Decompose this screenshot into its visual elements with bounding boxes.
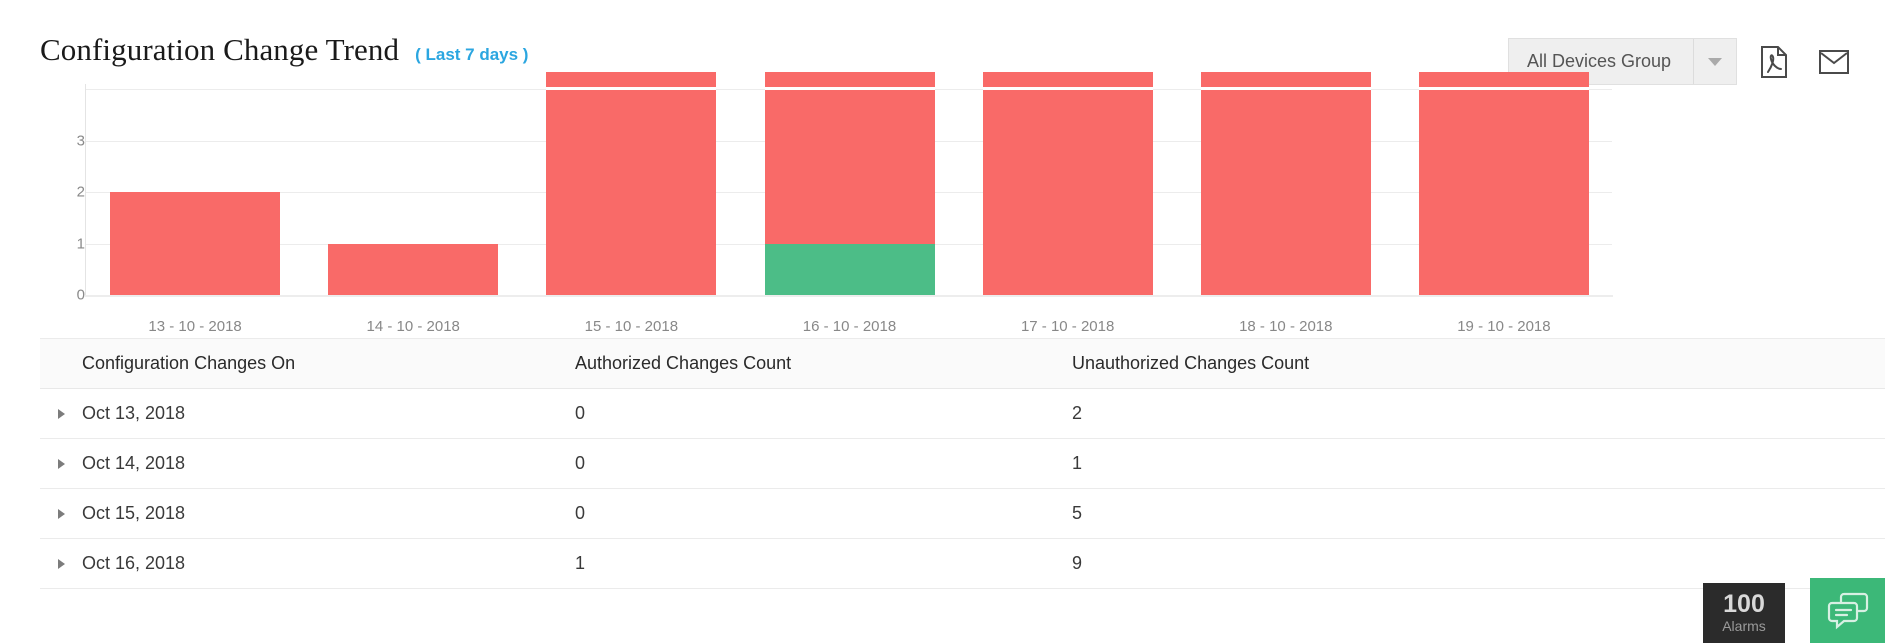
bar-segment-unauthorized[interactable] bbox=[110, 192, 281, 295]
triangle-right-icon bbox=[57, 408, 65, 419]
chart-bar[interactable] bbox=[982, 72, 1153, 295]
table-row[interactable]: Oct 16, 2018 1 9 bbox=[40, 539, 1885, 589]
x-tick-label: 16 - 10 - 2018 bbox=[802, 318, 897, 335]
row-expander-button[interactable] bbox=[40, 458, 82, 469]
bar-segment-unauthorized[interactable] bbox=[546, 72, 717, 295]
x-tick-label: 14 - 10 - 2018 bbox=[366, 318, 460, 335]
chart-bar[interactable] bbox=[328, 243, 499, 295]
bar-segment-unauthorized[interactable] bbox=[764, 72, 935, 244]
cell-unauthorized-count: 1 bbox=[1072, 453, 1083, 473]
email-icon bbox=[1819, 49, 1849, 74]
table-row[interactable]: Oct 15, 2018 0 5 bbox=[40, 489, 1885, 539]
x-tick-label: 15 - 10 - 2018 bbox=[584, 318, 679, 335]
chart-bar[interactable] bbox=[546, 72, 717, 295]
bar-segment-unauthorized[interactable] bbox=[1200, 72, 1371, 295]
bar-clip-notch bbox=[1418, 87, 1589, 90]
cell-date: Oct 13, 2018 bbox=[82, 403, 186, 423]
bar-clip-notch bbox=[546, 87, 717, 90]
table-header-row: Configuration Changes On Authorized Chan… bbox=[40, 338, 1885, 389]
x-tick-label: 17 - 10 - 2018 bbox=[1020, 318, 1115, 335]
chart-bar[interactable] bbox=[110, 192, 281, 295]
cell-authorized-count: 0 bbox=[575, 403, 586, 423]
x-tick-label: 18 - 10 - 2018 bbox=[1239, 318, 1333, 335]
configuration-changes-table: Configuration Changes On Authorized Chan… bbox=[40, 338, 1885, 589]
bar-clip-notch bbox=[1200, 87, 1371, 90]
chat-bubbles-icon bbox=[1827, 592, 1868, 629]
triangle-right-icon bbox=[57, 458, 65, 469]
x-tick-label: 13 - 10 - 2018 bbox=[148, 318, 242, 335]
cell-unauthorized-count: 2 bbox=[1072, 403, 1083, 423]
cell-authorized-count: 0 bbox=[575, 503, 586, 523]
bar-segment-authorized[interactable] bbox=[764, 243, 935, 295]
cell-date: Oct 14, 2018 bbox=[82, 453, 186, 473]
chart-bar[interactable] bbox=[1200, 72, 1371, 295]
bar-clip-notch bbox=[982, 87, 1153, 90]
alarms-count: 100 bbox=[1723, 590, 1765, 619]
row-expander-button[interactable] bbox=[40, 408, 82, 419]
page-title-period: ( Last 7 days ) bbox=[415, 45, 529, 64]
cell-authorized-count: 0 bbox=[575, 453, 586, 473]
chart-bar[interactable] bbox=[764, 72, 935, 295]
bar-clip-notch bbox=[764, 87, 935, 90]
column-header-authorized[interactable]: Authorized Changes Count bbox=[575, 353, 1072, 374]
row-expander-button[interactable] bbox=[40, 558, 82, 569]
alarms-label: Alarms bbox=[1722, 618, 1766, 635]
column-header-date[interactable]: Configuration Changes On bbox=[82, 353, 575, 374]
chart-bar[interactable] bbox=[1418, 72, 1589, 295]
cell-unauthorized-count: 5 bbox=[1072, 503, 1083, 523]
title-group: Configuration Change Trend ( Last 7 days… bbox=[40, 32, 528, 68]
table-row[interactable]: Oct 14, 2018 0 1 bbox=[40, 439, 1885, 489]
cell-unauthorized-count: 9 bbox=[1072, 553, 1083, 573]
bar-segment-unauthorized[interactable] bbox=[982, 72, 1153, 295]
chat-support-button[interactable] bbox=[1810, 578, 1885, 643]
chart-x-axis-line bbox=[85, 295, 1613, 297]
bar-segment-unauthorized[interactable] bbox=[328, 243, 499, 295]
table-row[interactable]: Oct 13, 2018 0 2 bbox=[40, 389, 1885, 439]
x-tick-label: 19 - 10 - 2018 bbox=[1457, 318, 1551, 335]
chart-plot-area bbox=[0, 72, 1885, 296]
column-header-unauthorized[interactable]: Unauthorized Changes Count bbox=[1072, 353, 1885, 374]
page-title: Configuration Change Trend bbox=[40, 32, 400, 67]
cell-date: Oct 16, 2018 bbox=[82, 553, 186, 573]
bar-segment-unauthorized[interactable] bbox=[1418, 72, 1589, 295]
triangle-right-icon bbox=[57, 508, 65, 519]
triangle-right-icon bbox=[57, 558, 65, 569]
configuration-change-trend-chart: 0123 13 - 10 - 2018 14 - 10 - 2018 15 - 10… bbox=[0, 72, 1885, 335]
cell-date: Oct 15, 2018 bbox=[82, 503, 186, 523]
alarms-badge[interactable]: 100 Alarms bbox=[1703, 583, 1785, 643]
row-expander-button[interactable] bbox=[40, 508, 82, 519]
cell-authorized-count: 1 bbox=[575, 553, 586, 573]
